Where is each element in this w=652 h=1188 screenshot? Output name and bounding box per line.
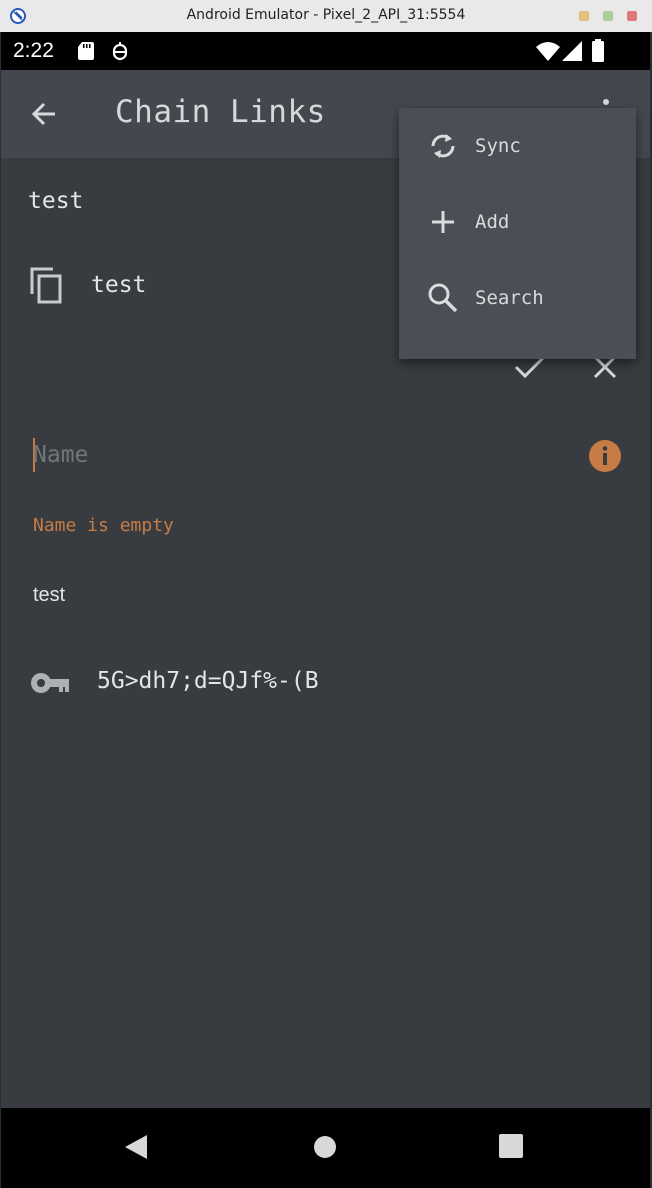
chain-header: test	[28, 188, 84, 214]
status-bar: 2:22	[1, 32, 650, 70]
info-error-icon	[589, 440, 621, 472]
home-circle-icon[interactable]	[313, 1135, 337, 1159]
window-close-button[interactable]	[627, 11, 637, 21]
plus-icon	[432, 211, 454, 233]
menu-item-label: Search	[475, 287, 544, 309]
recents-square-icon[interactable]	[499, 1134, 523, 1158]
copy-item[interactable]: test	[25, 262, 325, 312]
search-icon	[428, 283, 458, 313]
signal-icon	[562, 41, 582, 61]
menu-item-add[interactable]: Add	[399, 184, 636, 260]
device-screen: 2:22 Chain Links test test Name Name is …	[1, 32, 650, 1188]
status-time: 2:22	[13, 39, 54, 62]
window-minimize-button[interactable]	[579, 11, 589, 21]
sd-card-icon	[78, 42, 94, 60]
overflow-menu: Sync Add Search	[399, 108, 636, 359]
navigation-bar	[1, 1108, 650, 1188]
menu-item-search[interactable]: Search	[399, 260, 636, 336]
window-maximize-button[interactable]	[603, 11, 613, 21]
back-triangle-icon[interactable]	[123, 1133, 149, 1161]
wifi-icon	[536, 42, 560, 61]
menu-item-sync[interactable]: Sync	[399, 108, 636, 184]
password-row[interactable]: 5G>dh7;d=QJf%-(B	[29, 662, 449, 706]
key-icon	[31, 673, 69, 693]
menu-item-label: Add	[475, 211, 510, 233]
menu-item-label: Sync	[475, 135, 521, 157]
description-text: test	[33, 584, 66, 606]
name-error-text: Name is empty	[33, 515, 174, 536]
arrow-back-icon[interactable]	[27, 96, 63, 132]
window-title-bar: Android Emulator - Pixel_2_API_31:5554	[0, 0, 652, 32]
page-title: Chain Links	[115, 94, 326, 130]
battery-icon	[592, 39, 604, 62]
debug-icon	[112, 42, 128, 61]
sync-icon	[431, 134, 455, 158]
password-value: 5G>dh7;d=QJf%-(B	[97, 668, 319, 694]
window-title: Android Emulator - Pixel_2_API_31:5554	[186, 7, 466, 23]
copy-icon	[30, 267, 62, 304]
name-input[interactable]	[31, 432, 573, 478]
name-field[interactable]	[31, 432, 591, 480]
copy-item-label: test	[91, 272, 147, 298]
